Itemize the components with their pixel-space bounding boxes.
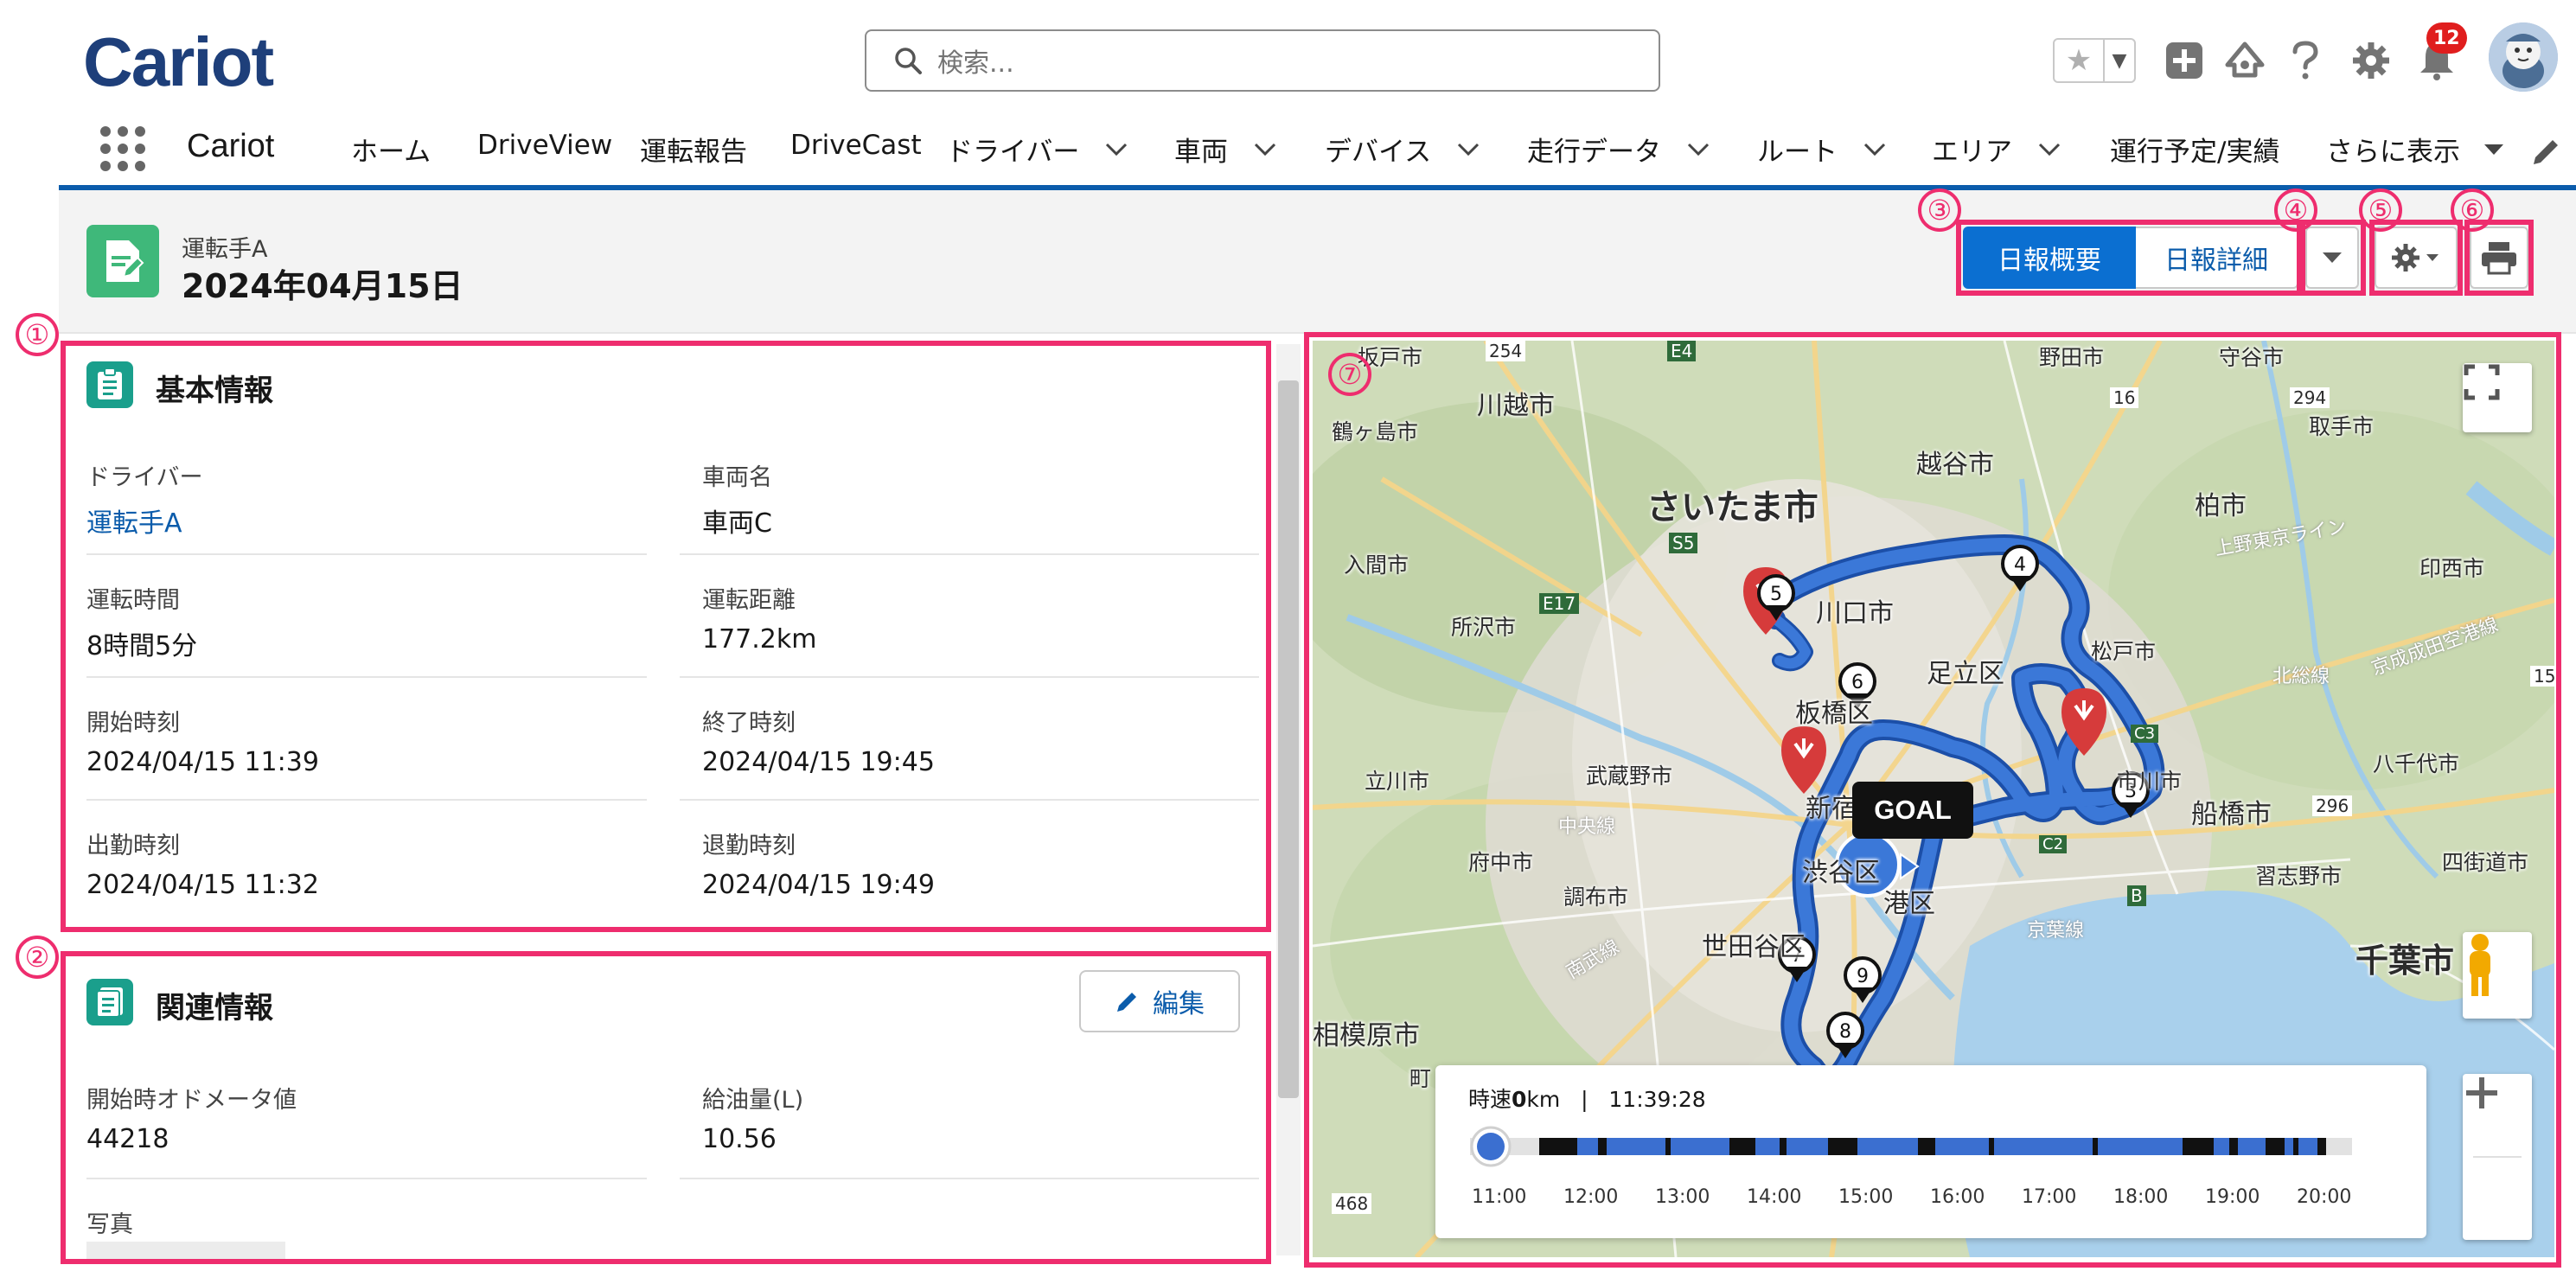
favorites-control[interactable]: ★ ▼ xyxy=(2053,38,2136,83)
highlight-box-7 xyxy=(1304,332,2561,1268)
chevron-down-icon[interactable] xyxy=(1863,143,1886,157)
nav-item-label: DriveView xyxy=(477,130,613,161)
callout-1: ① xyxy=(16,313,59,356)
help-icon[interactable] xyxy=(2283,38,2328,83)
callout-4: ④ xyxy=(2274,188,2317,232)
chevron-down-icon[interactable] xyxy=(1105,143,1128,157)
chevron-down-icon[interactable] xyxy=(2038,143,2061,157)
nav-item-drivecast[interactable]: DriveCast xyxy=(790,130,922,161)
nav-item-devices[interactable]: デバイス xyxy=(1325,130,1480,169)
callout-7: ⑦ xyxy=(1328,353,1371,396)
nav-item-label: エリア xyxy=(1932,137,2012,168)
nav-item-drivers[interactable]: ドライバー xyxy=(946,130,1128,169)
edit-nav-pencil-icon[interactable] xyxy=(2528,135,2563,169)
nav-item-label: デバイス xyxy=(1325,137,1432,168)
star-icon[interactable]: ★ xyxy=(2055,40,2105,81)
highlight-box-1 xyxy=(61,341,1271,932)
nav-item-label: 運行予定/実績 xyxy=(2110,137,2280,168)
chevron-down-icon[interactable] xyxy=(1457,143,1480,157)
nav-item-label: ルート xyxy=(1757,137,1838,168)
nav-item-label: ホーム xyxy=(351,137,431,168)
nav-item-vehicles[interactable]: 車両 xyxy=(1174,130,1276,169)
chevron-down-icon[interactable] xyxy=(1687,143,1710,157)
global-search-input[interactable]: 検索... xyxy=(865,29,1660,92)
nav-item-routes[interactable]: ルート xyxy=(1757,130,1886,169)
nav-item-label: 車両 xyxy=(1174,137,1228,168)
record-title-date: 2024年04月15日 xyxy=(182,267,463,305)
app-name: Cariot xyxy=(187,128,275,164)
highlight-box-4 xyxy=(2300,220,2366,296)
global-actions-icon[interactable] xyxy=(2162,38,2207,83)
callout-5: ⑤ xyxy=(2359,188,2402,232)
search-icon xyxy=(895,48,922,74)
nav-item-driveview[interactable]: DriveView xyxy=(477,130,612,161)
nav-item-label: 運転報告 xyxy=(640,137,747,168)
nav-item-label: さらに表示 xyxy=(2326,137,2460,168)
chevron-down-icon[interactable] xyxy=(1254,143,1276,157)
app-launcher-icon[interactable] xyxy=(100,126,145,171)
nav-item-home[interactable]: ホーム xyxy=(351,130,431,169)
nav-item-driving-data[interactable]: 走行データ xyxy=(1527,130,1710,169)
highlight-box-3 xyxy=(1956,220,2302,296)
highlight-box-2 xyxy=(61,951,1271,1264)
nav-item-drive-report[interactable]: 運転報告 xyxy=(640,130,747,169)
search-placeholder: 検索... xyxy=(937,48,1014,79)
notification-count-badge: 12 xyxy=(2426,22,2467,54)
user-avatar[interactable] xyxy=(2489,22,2558,92)
favorites-dropdown-icon[interactable]: ▼ xyxy=(2105,40,2134,81)
callout-3: ③ xyxy=(1918,188,1961,232)
nav-item-more[interactable]: さらに表示 xyxy=(2326,130,2505,169)
nav-item-areas[interactable]: エリア xyxy=(1932,130,2061,169)
nav-item-label: ドライバー xyxy=(946,137,1080,168)
daily-report-record-icon xyxy=(86,225,159,297)
setup-gear-icon[interactable] xyxy=(2349,38,2394,83)
trailhead-icon[interactable] xyxy=(2222,38,2267,83)
nav-item-label: 走行データ xyxy=(1527,137,1661,168)
nav-item-schedule[interactable]: 運行予定/実績 xyxy=(2110,130,2279,169)
cariot-logo[interactable]: Cariot xyxy=(83,28,274,97)
callout-2: ② xyxy=(16,936,59,979)
left-panel-scroll-thumb[interactable] xyxy=(1278,380,1299,1098)
nav-item-label: DriveCast xyxy=(790,130,922,161)
caret-down-icon[interactable] xyxy=(2483,143,2505,157)
callout-6: ⑥ xyxy=(2451,188,2494,232)
